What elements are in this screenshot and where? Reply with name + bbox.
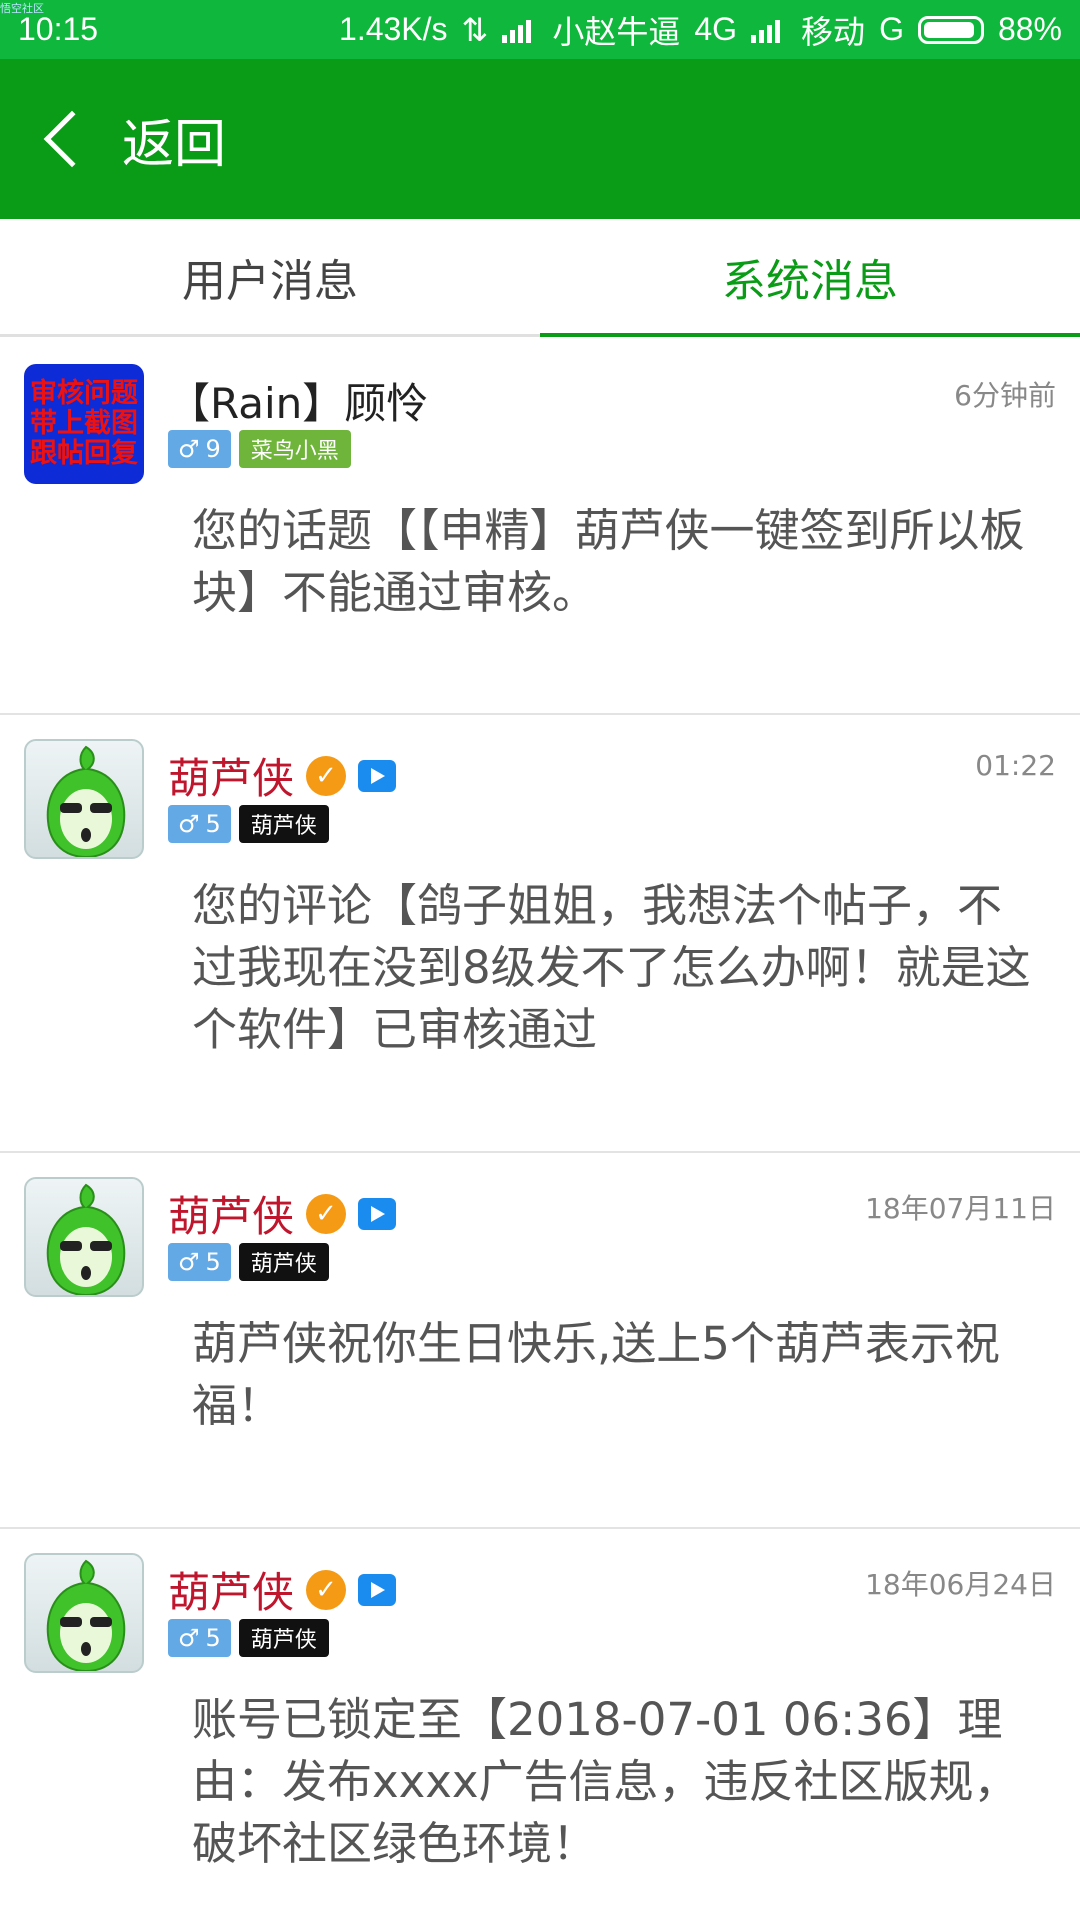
carrier-2: 移动: [801, 13, 866, 50]
tab-system-messages[interactable]: 系统消息: [540, 219, 1080, 337]
status-time: 10:15: [18, 11, 99, 47]
male-icon: ♂: [178, 810, 200, 838]
list-item[interactable]: 葫芦侠 ✓ ♂ 5 葫芦侠 01:22 您的评论【鸽子姐姐，我想法个帖子，不过我…: [0, 715, 1080, 1153]
gourd-mascot-icon: [46, 745, 126, 857]
message-time: 01:22: [975, 749, 1056, 782]
video-icon: [358, 1573, 397, 1606]
title-badge: 葫芦侠: [238, 1243, 329, 1281]
sender-name[interactable]: 葫芦侠 ✓: [168, 1183, 397, 1244]
male-icon: ♂: [178, 1624, 200, 1652]
network-type-1: 4G: [694, 11, 738, 47]
app-bar: 返回: [0, 59, 1080, 219]
verified-check-icon: ✓: [306, 1569, 347, 1610]
gender-level-badge: ♂ 5: [168, 1243, 231, 1281]
network-type-2: G: [879, 11, 904, 47]
user-badges: ♂ 5 葫芦侠: [168, 1243, 329, 1281]
message-body: 葫芦侠祝你生日快乐,送上5个葫芦表示祝福！: [192, 1317, 1000, 1432]
message-body: 您的话题【【申精】葫芦侠一键签到所以板块】不能通过审核。: [192, 504, 1025, 619]
sender-name-text: 葫芦侠: [168, 1568, 295, 1617]
user-badges: ♂ 5 葫芦侠: [168, 1619, 329, 1657]
user-badges: ♂ 5 葫芦侠: [168, 805, 329, 843]
message-tabs: 用户消息 系统消息: [0, 219, 1080, 337]
sender-name[interactable]: 葫芦侠 ✓: [168, 1559, 397, 1620]
sender-name-text: 葫芦侠: [168, 754, 295, 803]
message-body: 您的评论【鸽子姐姐，我想法个帖子，不过我现在没到8级发不了怎么办啊！就是这个软件…: [192, 879, 1031, 1056]
message-time: 18年07月11日: [865, 1192, 1056, 1225]
signal-icon: [751, 17, 787, 43]
video-icon: [358, 1197, 397, 1230]
message-time: 18年06月24日: [865, 1568, 1056, 1601]
battery-percent: 88%: [997, 11, 1062, 47]
avatar[interactable]: [24, 739, 144, 859]
tab-user-messages[interactable]: 用户消息: [0, 219, 540, 334]
battery-icon: [917, 15, 984, 44]
avatar-text: 带上截图: [30, 408, 138, 439]
message-body: 账号已锁定至【2018-07-01 06:36】理由：发布xxxx广告信息，违反…: [192, 1693, 1019, 1870]
gourd-mascot-icon: [46, 1559, 126, 1671]
gender-level-badge: ♂ 5: [168, 1619, 231, 1657]
sender-name[interactable]: 【Rain】顾怜: [168, 370, 428, 431]
title-badge: 葫芦侠: [238, 805, 329, 843]
status-right-group: 1.43K/s ⇅ 小赵牛逼 4G 移动 G 88%: [339, 7, 1062, 53]
avatar[interactable]: [24, 1553, 144, 1673]
gender-level-badge: ♂ 9: [168, 430, 231, 468]
level-number: 5: [205, 1248, 221, 1276]
gender-level-badge: ♂ 5: [168, 805, 231, 843]
carrier-1: 小赵牛逼: [552, 13, 681, 50]
list-item[interactable]: 审核问题 带上截图 跟帖回复 【Rain】顾怜 ♂ 9 菜鸟小黑 6分钟前 您的…: [0, 340, 1080, 715]
signal-icon: [502, 17, 538, 43]
tiny-corner-label: 悟空社区: [0, 3, 44, 15]
male-icon: ♂: [178, 435, 200, 463]
message-list: 审核问题 带上截图 跟帖回复 【Rain】顾怜 ♂ 9 菜鸟小黑 6分钟前 您的…: [0, 340, 1080, 1909]
avatar-text: 跟帖回复: [30, 438, 138, 469]
verified-check-icon: ✓: [306, 755, 347, 796]
level-number: 5: [205, 810, 221, 838]
sender-name-text: 葫芦侠: [168, 1192, 295, 1241]
level-number: 9: [205, 435, 221, 463]
message-time: 6分钟前: [954, 379, 1056, 412]
status-bar: 悟空社区 10:15 1.43K/s ⇅ 小赵牛逼 4G 移动 G 88%: [0, 0, 1080, 59]
male-icon: ♂: [178, 1248, 200, 1276]
avatar[interactable]: [24, 1177, 144, 1297]
video-icon: [358, 759, 397, 792]
verified-check-icon: ✓: [306, 1193, 347, 1234]
avatar-text: 审核问题: [30, 378, 138, 409]
sender-name[interactable]: 葫芦侠 ✓: [168, 745, 397, 806]
gourd-mascot-icon: [46, 1183, 126, 1295]
avatar[interactable]: 审核问题 带上截图 跟帖回复: [24, 364, 144, 484]
list-item[interactable]: 葫芦侠 ✓ ♂ 5 葫芦侠 18年07月11日 葫芦侠祝你生日快乐,送上5个葫芦…: [0, 1153, 1080, 1529]
level-number: 5: [205, 1624, 221, 1652]
title-badge: 菜鸟小黑: [238, 430, 351, 468]
title-badge: 葫芦侠: [238, 1619, 329, 1657]
list-item[interactable]: 葫芦侠 ✓ ♂ 5 葫芦侠 18年06月24日 账号已锁定至【2018-07-0…: [0, 1529, 1080, 1909]
data-transfer-icon: ⇅: [461, 11, 489, 48]
user-badges: ♂ 9 菜鸟小黑: [168, 430, 351, 468]
network-speed: 1.43K/s: [339, 11, 448, 47]
back-chevron-icon[interactable]: [43, 110, 101, 168]
sender-name-text: 【Rain】顾怜: [168, 379, 429, 428]
back-button[interactable]: 返回: [122, 102, 226, 177]
